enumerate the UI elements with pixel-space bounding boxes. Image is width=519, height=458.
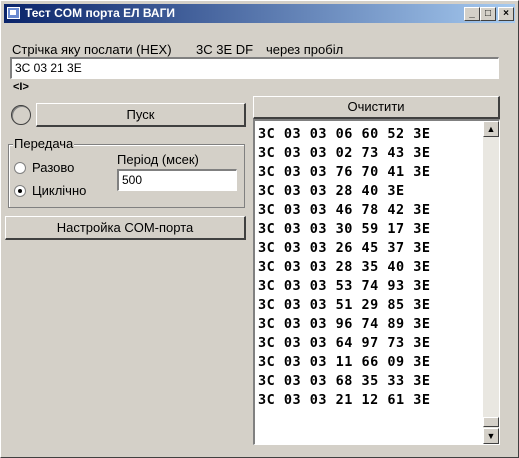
clear-button[interactable]: Очистити	[253, 96, 500, 119]
send-line-input[interactable]: 3C 03 21 3E	[10, 57, 499, 79]
log-row[interactable]: 3C 03 03 51 29 85 3E	[258, 296, 431, 315]
log-row[interactable]: 3C 03 03 64 97 73 3E	[258, 334, 431, 353]
app-icon	[7, 7, 20, 19]
start-button[interactable]: Пуск	[36, 103, 246, 127]
once-radio[interactable]	[14, 162, 26, 174]
scroll-up-icon[interactable]: ▲	[483, 121, 499, 137]
transmission-group: Передача Разово Циклічно Період (мсек) 5…	[8, 136, 245, 208]
log-scrollbar[interactable]: ▲ ▼	[483, 121, 499, 444]
app-window: Тест COM порта ЕЛ ВАГИ _ □ × Стрічка яку…	[0, 0, 519, 458]
cyclic-label: Циклічно	[32, 183, 87, 198]
status-indicator	[11, 105, 31, 125]
log-row[interactable]: 3C 03 03 02 73 43 3E	[258, 144, 431, 163]
once-label: Разово	[32, 160, 75, 175]
log-row[interactable]: 3C 03 03 21 12 61 3E	[258, 391, 431, 410]
log-row[interactable]: 3C 03 03 28 35 40 3E	[258, 258, 431, 277]
send-line-hint: через пробіл	[266, 42, 344, 57]
send-line-label: Стрічка яку послати (HEX)	[12, 42, 172, 57]
period-input[interactable]: 500	[117, 169, 237, 191]
maximize-button[interactable]: □	[480, 7, 496, 21]
log-row[interactable]: 3C 03 03 28 40 3E	[258, 182, 431, 201]
received-log[interactable]: 3C 03 03 06 60 52 3E 3C 03 03 02 73 43 3E…	[253, 119, 500, 445]
log-row[interactable]: 3C 03 03 46 78 42 3E	[258, 201, 431, 220]
log-row[interactable]: 3C 03 03 11 66 09 3E	[258, 353, 431, 372]
com-settings-button[interactable]: Настройка COM-порта	[5, 216, 246, 240]
cyclic-radio[interactable]	[14, 185, 26, 197]
transmission-group-title: Передача	[13, 136, 75, 151]
log-row[interactable]: 3C 03 03 26 45 37 3E	[258, 239, 431, 258]
log-row[interactable]: 3C 03 03 96 74 89 3E	[258, 315, 431, 334]
title-bar[interactable]: Тест COM порта ЕЛ ВАГИ _ □ ×	[4, 4, 515, 23]
close-button[interactable]: ×	[498, 7, 514, 21]
log-row[interactable]: 3C 03 03 76 70 41 3E	[258, 163, 431, 182]
scroll-thumb[interactable]	[483, 417, 499, 427]
log-row[interactable]: 3C 03 03 06 60 52 3E	[258, 125, 431, 144]
log-rows: 3C 03 03 06 60 52 3E 3C 03 03 02 73 43 3E…	[258, 125, 431, 410]
window-title: Тест COM порта ЕЛ ВАГИ	[25, 6, 176, 20]
log-row[interactable]: 3C 03 03 30 59 17 3E	[258, 220, 431, 239]
period-label: Період (мсек)	[117, 152, 199, 167]
send-line-marker: <I>	[13, 81, 29, 93]
send-line-example: 3C 3E DF	[196, 42, 254, 57]
log-row[interactable]: 3C 03 03 53 74 93 3E	[258, 277, 431, 296]
log-row[interactable]: 3C 03 03 68 35 33 3E	[258, 372, 431, 391]
scroll-down-icon[interactable]: ▼	[483, 428, 499, 444]
minimize-button[interactable]: _	[464, 7, 480, 21]
